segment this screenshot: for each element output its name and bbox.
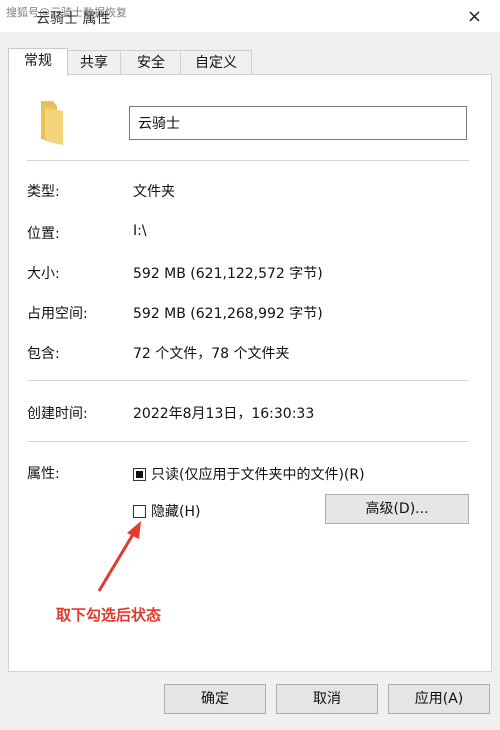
size-value: 592 MB (621,122,572 字节) bbox=[133, 266, 323, 282]
close-icon[interactable]: × bbox=[467, 6, 482, 27]
title-bar: 搜狐号@云骑士数据恢复 云骑士 属性 × bbox=[0, 0, 500, 32]
apply-button[interactable]: 应用(A) bbox=[388, 684, 490, 714]
type-label: 类型: bbox=[27, 184, 60, 200]
cancel-button[interactable]: 取消 bbox=[276, 684, 378, 714]
contains-label: 包含: bbox=[27, 346, 60, 362]
disk-size-value: 592 MB (621,268,992 字节) bbox=[133, 306, 323, 322]
folder-name-input[interactable]: 云骑士 bbox=[129, 106, 467, 140]
tab-general[interactable]: 常规 bbox=[8, 48, 68, 76]
readonly-label[interactable]: 只读(仅应用于文件夹中的文件)(R) bbox=[151, 464, 365, 484]
location-label: 位置: bbox=[27, 226, 60, 242]
readonly-checkbox[interactable] bbox=[133, 468, 146, 481]
tab-customize[interactable]: 自定义 bbox=[180, 50, 252, 75]
folder-icon bbox=[41, 101, 63, 145]
contains-value: 72 个文件，78 个文件夹 bbox=[133, 346, 290, 362]
divider bbox=[27, 160, 469, 161]
created-label: 创建时间: bbox=[27, 406, 88, 422]
disk-size-label: 占用空间: bbox=[27, 306, 88, 322]
created-value: 2022年8月13日，16:30:33 bbox=[133, 406, 315, 422]
hidden-label[interactable]: 隐藏(H) bbox=[151, 501, 200, 521]
attributes-label: 属性: bbox=[27, 466, 60, 482]
location-value: I:\ bbox=[133, 223, 147, 239]
window-title: 云骑士 属性 bbox=[36, 11, 111, 27]
advanced-button[interactable]: 高级(D)... bbox=[325, 494, 469, 524]
size-label: 大小: bbox=[27, 266, 60, 282]
annotation-text: 取下勾选后状态 bbox=[56, 606, 162, 624]
type-value: 文件夹 bbox=[133, 184, 175, 200]
divider bbox=[27, 441, 469, 442]
general-tab-panel: 云骑士 类型: 文件夹 位置: I:\ 大小: 592 MB (621,122,… bbox=[8, 74, 492, 672]
red-arrow-icon bbox=[97, 521, 141, 592]
hidden-checkbox[interactable] bbox=[133, 505, 146, 518]
tab-security[interactable]: 安全 bbox=[120, 50, 182, 75]
divider bbox=[27, 380, 469, 381]
ok-button[interactable]: 确定 bbox=[164, 684, 266, 714]
tab-sharing[interactable]: 共享 bbox=[66, 50, 122, 75]
